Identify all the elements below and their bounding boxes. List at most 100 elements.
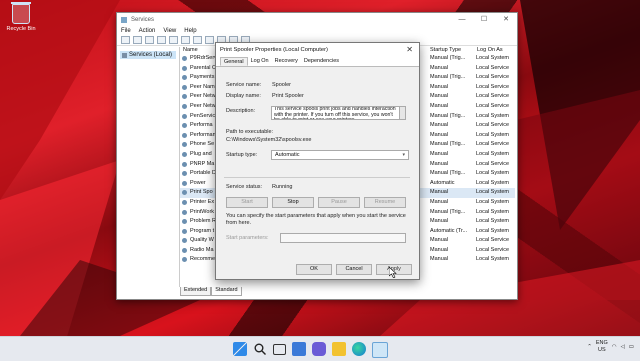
dialog-title-bar[interactable]: Print Spooler Properties (Local Computer… xyxy=(216,43,419,57)
row-startup: Manual (Trig... xyxy=(430,170,466,177)
search-icon[interactable] xyxy=(253,342,267,356)
row-logon: Local Service xyxy=(476,122,510,129)
task-view-icon[interactable] xyxy=(273,344,286,355)
gear-icon xyxy=(182,199,187,205)
row-name: Peer Netw xyxy=(190,93,216,100)
startup-type-select[interactable]: Automatic ▾ xyxy=(271,150,409,160)
recycle-bin[interactable]: Recycle Bin xyxy=(4,2,38,32)
back-icon[interactable] xyxy=(121,36,130,44)
tree-node-label: Services (Local) xyxy=(129,52,173,58)
gear-icon xyxy=(182,219,187,225)
row-name: Print Spo xyxy=(190,189,213,196)
tab-dependencies[interactable]: Dependencies xyxy=(301,57,342,66)
start-params-hint: You can specify the start parameters tha… xyxy=(226,213,406,226)
chevron-up-icon[interactable]: ⌃ xyxy=(587,344,592,350)
close-icon[interactable]: ✕ xyxy=(495,13,517,26)
properties-icon[interactable] xyxy=(157,36,166,44)
row-startup: Manual xyxy=(430,246,449,253)
help-icon[interactable] xyxy=(193,36,202,44)
maximize-icon[interactable]: ☐ xyxy=(473,13,495,26)
file-explorer-icon[interactable] xyxy=(332,342,346,356)
row-startup: Manual (Trig... xyxy=(430,208,466,215)
col-name[interactable]: Name xyxy=(183,47,198,53)
services-taskbar-icon[interactable] xyxy=(372,342,388,358)
row-startup: Manual xyxy=(430,83,449,90)
display-name-value: Print Spooler xyxy=(272,93,304,99)
gear-icon xyxy=(182,247,187,253)
pause-button[interactable]: Pause xyxy=(318,197,360,208)
minimize-icon[interactable]: — xyxy=(451,13,473,26)
tab-recovery[interactable]: Recovery xyxy=(272,57,301,66)
description-text: This service spools print jobs and handl… xyxy=(271,106,403,120)
row-logon: Local System xyxy=(476,227,510,234)
close-icon[interactable]: ✕ xyxy=(406,45,413,54)
row-startup: Manual xyxy=(430,64,449,71)
row-logon: Local System xyxy=(476,189,510,196)
battery-icon[interactable]: ▭ xyxy=(629,344,634,350)
menu-help[interactable]: Help xyxy=(184,28,196,34)
start-params-label: Start parameters: xyxy=(226,235,269,241)
gear-icon xyxy=(182,94,187,100)
start-service-icon[interactable] xyxy=(205,36,214,44)
edge-icon[interactable] xyxy=(352,342,366,356)
console-tree: Services (Local) xyxy=(117,47,180,287)
row-name: PNRP Ma xyxy=(190,160,215,167)
export-icon[interactable] xyxy=(181,36,190,44)
menu-action[interactable]: Action xyxy=(139,28,156,34)
row-name: Power xyxy=(190,179,206,186)
language-code: ENG xyxy=(595,340,608,346)
language-indicator[interactable]: ENG US xyxy=(596,340,608,354)
system-tray: ⌃ ENG US ◠ ◁ ▭ xyxy=(587,340,634,354)
startup-type-label: Startup type: xyxy=(226,152,258,158)
gear-icon xyxy=(182,238,187,244)
cancel-button[interactable]: Cancel xyxy=(336,264,372,275)
row-startup: Manual xyxy=(430,102,449,109)
col-startup-type[interactable]: Startup Type xyxy=(430,47,461,53)
chat-icon[interactable] xyxy=(312,342,326,356)
row-startup: Manual xyxy=(430,237,449,244)
properties-dialog: Print Spooler Properties (Local Computer… xyxy=(215,42,420,280)
menu-view[interactable]: View xyxy=(163,28,176,34)
row-name: Plug and xyxy=(190,150,212,157)
row-name: Radio Ma xyxy=(190,246,214,253)
gear-icon xyxy=(182,56,187,61)
forward-icon[interactable] xyxy=(133,36,142,44)
console-tree-icon[interactable] xyxy=(145,36,154,44)
row-name: Printer Ex xyxy=(190,198,215,205)
tab-extended[interactable]: Extended xyxy=(180,287,212,296)
gear-icon xyxy=(182,142,187,148)
row-startup: Manual (Trig... xyxy=(430,141,466,148)
row-logon: Local System xyxy=(476,150,510,157)
stop-button[interactable]: Stop xyxy=(272,197,314,208)
resume-button[interactable]: Resume xyxy=(364,197,406,208)
chevron-down-icon: ▾ xyxy=(402,152,405,158)
window-title: Services xyxy=(131,16,155,23)
ok-button[interactable]: OK xyxy=(296,264,332,275)
row-startup: Manual xyxy=(430,160,449,167)
speaker-icon[interactable]: ◁ xyxy=(621,344,625,350)
row-logon: Local System xyxy=(476,112,510,119)
dialog-general-panel: Service name: Spooler Display name: Prin… xyxy=(216,67,419,279)
tab-log-on[interactable]: Log On xyxy=(248,57,272,66)
menu-file[interactable]: File xyxy=(121,28,131,34)
row-startup: Manual xyxy=(430,189,449,196)
tab-standard[interactable]: Standard xyxy=(211,287,242,296)
gear-icon xyxy=(182,161,187,167)
row-logon: Local Service xyxy=(476,237,510,244)
service-status-value: Running xyxy=(272,184,293,190)
gear-icon xyxy=(182,132,187,138)
widgets-icon[interactable] xyxy=(292,342,306,356)
refresh-icon[interactable] xyxy=(169,36,178,44)
start-button[interactable]: Start xyxy=(226,197,268,208)
col-log-on-as[interactable]: Log On As xyxy=(477,47,503,53)
row-startup: Manual (Trig... xyxy=(430,112,466,119)
description-label: Description: xyxy=(226,108,256,114)
tree-node-services-local[interactable]: Services (Local) xyxy=(120,51,176,59)
description-scrollbar[interactable] xyxy=(399,106,406,120)
wifi-icon[interactable]: ◠ xyxy=(612,344,617,350)
windows-start-icon[interactable] xyxy=(233,342,247,356)
tab-general[interactable]: General xyxy=(220,57,248,66)
row-startup: Automatic (Tr... xyxy=(430,227,468,234)
row-name: Peer Netw xyxy=(190,102,216,109)
start-params-input[interactable] xyxy=(280,233,406,243)
